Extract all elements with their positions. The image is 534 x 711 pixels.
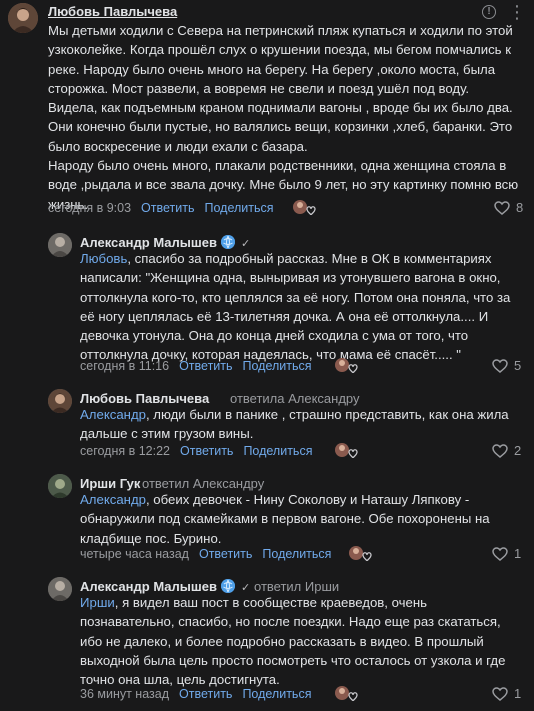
comment-text: Ирши, я видел ваш пост в сообществе крае… [80, 593, 505, 689]
like-count: 8 [516, 200, 524, 215]
comment-meta: 36 минут назад Ответить Поделиться [80, 686, 311, 702]
heart-icon [492, 444, 508, 458]
text-line: Александр, обеих девочек - Нину Соколову… [80, 490, 490, 509]
text-line: оттолкнула кого-то, кто цеплялся за её н… [80, 289, 511, 305]
share-button[interactable]: Поделиться [242, 687, 311, 701]
mention-link[interactable]: Любовь [80, 251, 127, 266]
reply-button[interactable]: Ответить [179, 687, 232, 701]
info-icon[interactable]: ! [482, 5, 496, 19]
text-fragment: , обеих девочек - Нину Соколову и Наташу… [145, 492, 470, 507]
text-line: Ирши, я видел ваш пост в сообществе крае… [80, 593, 505, 612]
reply-button[interactable]: Ответить [199, 547, 252, 561]
comment-meta: сегодня в 9:03 Ответить Поделиться [48, 200, 274, 216]
heart-icon [492, 547, 508, 561]
text-line: Александр, люди были в панике , страшно … [80, 405, 509, 424]
text-line: дальше с этим грузом вины. [80, 426, 254, 442]
like-button[interactable]: 1 [492, 686, 521, 702]
text-fragment: , люди были в панике , страшно представи… [145, 407, 509, 422]
text-line: сторожка. Мост развели, а вовремя не све… [48, 80, 470, 96]
reactions-icon[interactable] [334, 685, 360, 703]
comment-meta: четыре часа назад Ответить Поделиться [80, 546, 331, 562]
mention-link[interactable]: Александр [80, 407, 146, 422]
text-line: Видела, как подъемным краном поднимали в… [48, 100, 513, 116]
text-line: Они конечно были пустые, но валялись вещ… [48, 119, 513, 135]
reply-button[interactable]: Ответить [180, 444, 233, 458]
text-line: девочка утонула. Она до конца дней сходи… [80, 328, 469, 344]
heart-icon [492, 359, 508, 373]
like-count: 1 [514, 546, 522, 561]
text-line: воде ,рыдала и все звала дочку. Мне было… [48, 177, 519, 193]
avatar[interactable] [48, 577, 72, 601]
reactions-icon[interactable] [334, 442, 360, 460]
author-name[interactable]: Александр Малышев [80, 579, 217, 594]
author-name[interactable]: Александр Малышев [80, 235, 217, 250]
reactions-icon[interactable] [348, 545, 374, 563]
reactions-icon[interactable] [334, 357, 360, 375]
vk-globe-icon [220, 579, 235, 593]
text-line: выходной была цель просто посмотреть что… [80, 652, 506, 668]
vk-globe-icon [220, 235, 235, 249]
heart-icon [492, 687, 508, 701]
comment-time[interactable]: сегодня в 9:03 [48, 201, 131, 215]
comment-meta: сегодня в 12:22 Ответить Поделиться [80, 443, 312, 459]
text-line: познавательно, спасибо, но после поездки… [80, 614, 501, 630]
comment-time[interactable]: 36 минут назад [80, 687, 169, 701]
text-line: её ногу цеплялась её 13-тилетняя дочка. … [80, 308, 489, 324]
comment-time[interactable]: четыре часа назад [80, 547, 189, 561]
reply-button[interactable]: Ответить [141, 201, 194, 215]
text-line: было воскресение и люди ехали с базара. [48, 138, 308, 154]
text-line: Мы детьми ходили с Севера на петринский … [48, 23, 513, 38]
avatar[interactable] [48, 389, 72, 413]
comment-author[interactable]: Любовь Павлычева [48, 4, 177, 20]
text-line: ибо не далеко, и более подробно рассказа… [80, 633, 484, 649]
reactions-icon[interactable] [292, 199, 318, 217]
comment-text: Любовь, спасибо за подробный рассказ. Мн… [80, 249, 510, 365]
text-line: Любовь, спасибо за подробный рассказ. Мн… [80, 249, 510, 268]
share-button[interactable]: Поделиться [262, 547, 331, 561]
share-button[interactable]: Поделиться [204, 201, 273, 215]
mention-link[interactable]: Ирши [80, 595, 115, 610]
share-button[interactable]: Поделиться [243, 359, 312, 373]
comment-time[interactable]: сегодня в 12:22 [80, 444, 170, 458]
text-line: узкоколейке. Когда прошёл слух о крушени… [48, 42, 511, 58]
comment-time[interactable]: сегодня в 11:16 [80, 359, 169, 373]
like-button[interactable]: 8 [494, 200, 523, 216]
like-button[interactable]: 2 [492, 443, 521, 459]
like-count: 1 [514, 686, 522, 701]
text-line: кладбище пос. Бурино. [80, 530, 222, 546]
avatar[interactable] [48, 233, 72, 257]
text-fragment: , я видел ваш пост в сообществе краеведо… [114, 595, 428, 610]
avatar[interactable] [48, 474, 72, 498]
comment-meta: сегодня в 11:16 Ответить Поделиться [80, 358, 312, 374]
share-button[interactable]: Поделиться [243, 444, 312, 458]
reply-button[interactable]: Ответить [179, 359, 232, 373]
avatar[interactable] [8, 3, 38, 33]
text-line: обнаружили под скамейками в первом вагон… [80, 511, 490, 527]
comment-text: Александр, обеих девочек - Нину Соколову… [80, 490, 490, 548]
comment-text: Мы детьми ходили с Севера на петринский … [48, 21, 518, 214]
like-button[interactable]: 5 [492, 358, 521, 374]
text-line: реке. Народу было очень много на берегу.… [48, 61, 496, 77]
like-count: 5 [514, 358, 522, 373]
text-line: написали: "Женщина одна, выныривая из ут… [80, 270, 501, 286]
heart-icon [494, 201, 510, 215]
more-vertical-icon[interactable]: ⋮ [508, 3, 526, 21]
mention-link[interactable]: Александр [80, 492, 146, 507]
like-button[interactable]: 1 [492, 546, 521, 562]
like-count: 2 [514, 443, 522, 458]
comment-text: Александр, люди были в панике , страшно … [80, 405, 509, 444]
text-fragment: , спасибо за подробный рассказ. Мне в ОК… [127, 251, 492, 266]
text-line: Народу было очень много, плакали родстве… [48, 158, 507, 174]
